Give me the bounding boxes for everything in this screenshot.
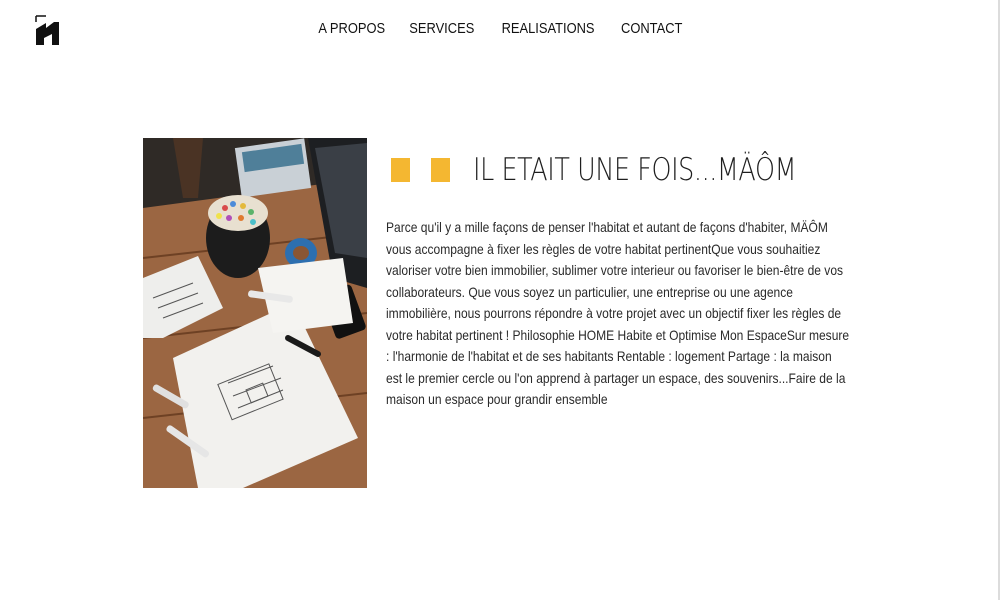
- section-heading: IL ETAIT UNE FOIS...MÄÔM: [391, 150, 867, 190]
- accent-square: [431, 158, 450, 182]
- nav-item-contact[interactable]: CONTACT: [621, 20, 682, 37]
- main-nav: A PROPOS SERVICES REALISATIONS CONTACT: [0, 20, 1000, 37]
- accent-square: [391, 158, 410, 182]
- nav-item-services[interactable]: SERVICES: [410, 20, 475, 37]
- desk-architect-photo: [143, 138, 367, 488]
- nav-item-realisations[interactable]: REALISATIONS: [501, 20, 594, 37]
- nav-item-a-propos[interactable]: A PROPOS: [318, 20, 385, 37]
- section-title: IL ETAIT UNE FOIS...MÄÔM: [473, 152, 797, 188]
- section-body-text: Parce qu'il y a mille façons de penser l…: [386, 219, 850, 407]
